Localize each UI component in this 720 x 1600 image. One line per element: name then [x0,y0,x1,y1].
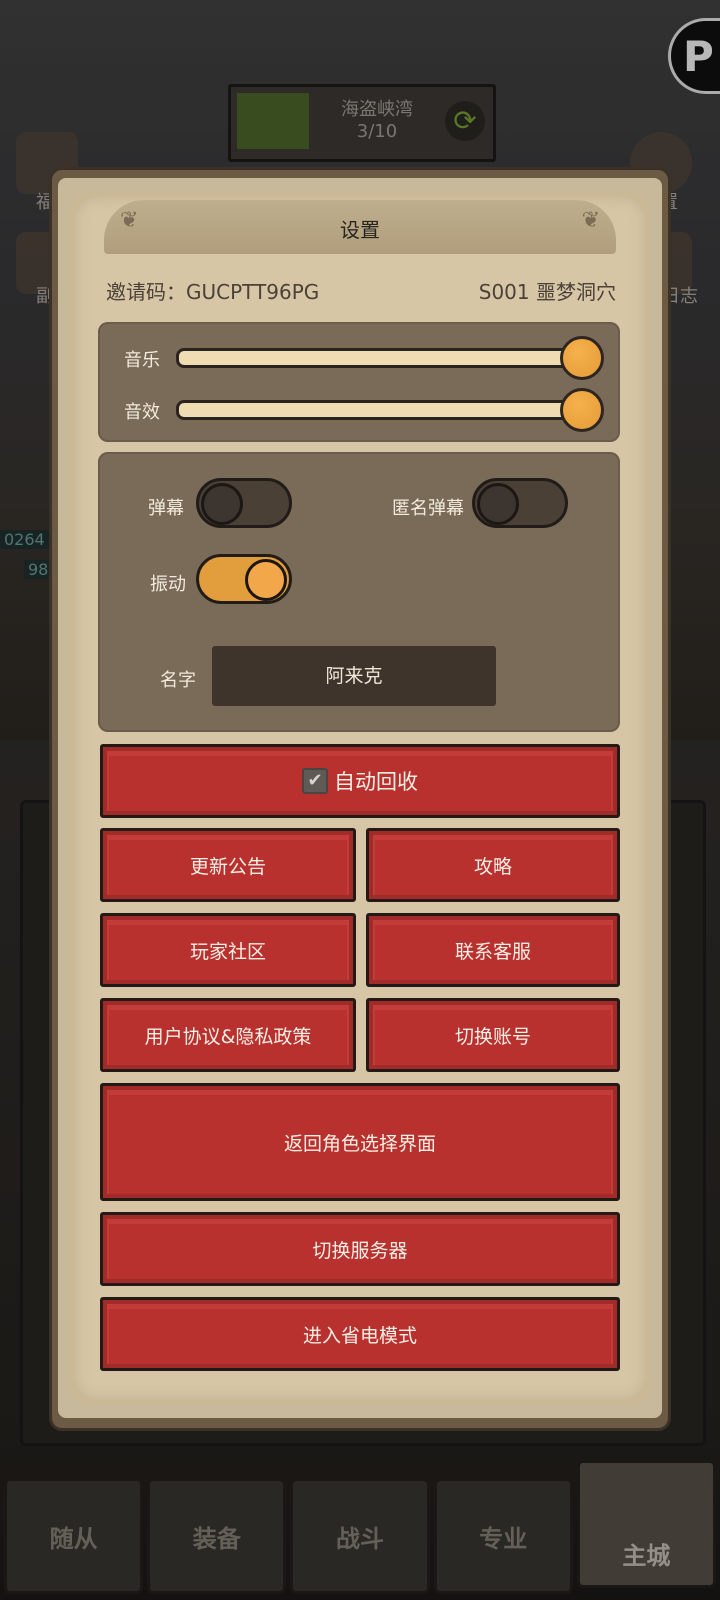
toggle-knob [201,483,243,525]
auto-recycle-button[interactable]: ✔ 自动回收 [100,744,620,818]
community-button[interactable]: 玩家社区 [100,913,356,987]
music-slider-handle[interactable] [560,336,604,380]
sfx-slider[interactable] [176,400,590,420]
toggle-knob [245,559,287,601]
danmaku-label: 弹幕 [148,498,184,519]
power-save-button[interactable]: 进入省电模式 [100,1297,620,1371]
sfx-slider-handle[interactable] [560,388,604,432]
music-slider[interactable] [176,348,590,368]
anon-danmaku-toggle[interactable] [472,478,568,528]
danmaku-toggle[interactable] [196,478,292,528]
ornament-right-icon: ❦ [581,208,600,233]
back-to-role-select-button[interactable]: 返回角色选择界面 [100,1083,620,1201]
invite-code[interactable]: 邀请码：GUCPTT96PG [106,276,319,305]
switch-server-button[interactable]: 切换服务器 [100,1212,620,1286]
vibration-toggle[interactable] [196,554,292,604]
music-label: 音乐 [124,350,160,371]
toggle-knob [477,483,519,525]
server-name: S001 噩梦洞穴 [478,280,616,304]
guide-button[interactable]: 攻略 [366,828,620,902]
switch-account-button[interactable]: 切换账号 [366,998,620,1072]
auto-recycle-label: 自动回收 [334,770,418,794]
modal-title: 设置 [340,218,380,242]
vibration-label: 振动 [150,574,186,595]
agreement-button[interactable]: 用户协议&隐私政策 [100,998,356,1072]
update-notice-button[interactable]: 更新公告 [100,828,356,902]
ornament-left-icon: ❦ [120,208,139,233]
sfx-label: 音效 [124,402,160,423]
audio-panel [98,322,620,442]
anon-danmaku-label: 匿名弹幕 [392,498,464,519]
support-button[interactable]: 联系客服 [366,913,620,987]
name-input[interactable]: 阿来克 [212,646,496,706]
name-label: 名字 [160,670,196,691]
checkbox-checked-icon[interactable]: ✔ [302,768,328,794]
